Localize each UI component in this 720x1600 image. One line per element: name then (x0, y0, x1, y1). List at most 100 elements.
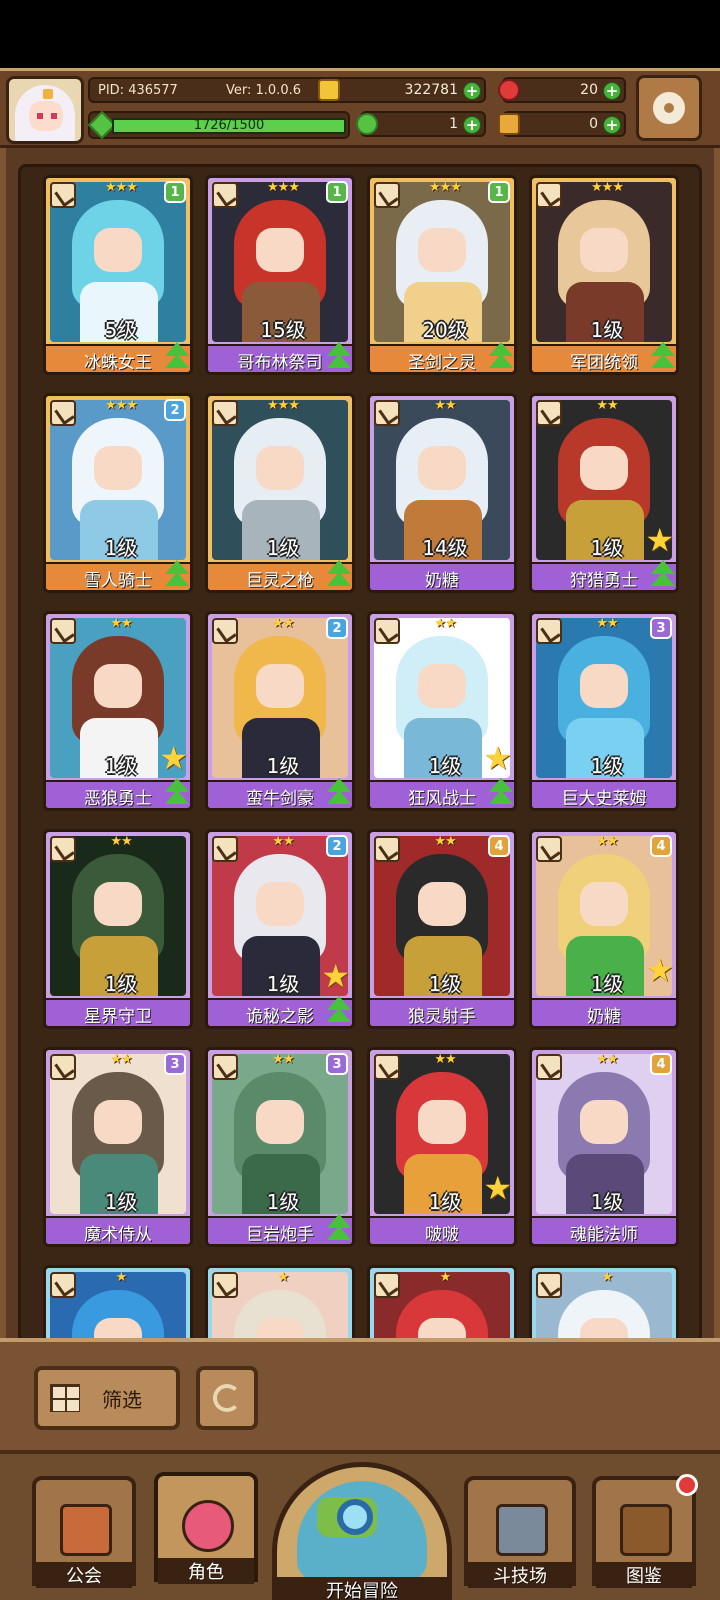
hero-card[interactable]: ★★ 1级 恶狼勇士 ★ (43, 611, 193, 811)
avatar-eye (37, 113, 43, 119)
nav-character[interactable]: 角色 (154, 1472, 258, 1584)
xp-text: 1726/1500 (193, 118, 265, 133)
element-icon (50, 182, 76, 208)
gem-counter: 20 + (498, 77, 626, 103)
hero-card[interactable]: ★★★ 1 20级 圣剑之灵 (367, 175, 517, 375)
hero-card[interactable]: ★★ 1级 狩猎勇士 ★ (529, 393, 679, 593)
clover-icon (356, 113, 378, 135)
element-icon (50, 836, 76, 862)
hero-rank-badge: 4 (650, 835, 672, 857)
hero-card[interactable]: ★★ 2 1级 蛮牛剑豪 (205, 611, 355, 811)
star-icon: ★ (483, 1169, 512, 1207)
hero-stars: ★★★ (429, 180, 462, 195)
filter-button[interactable]: 筛选 (34, 1366, 180, 1430)
nav-codex[interactable]: 图鉴 (592, 1474, 698, 1588)
game-version: Ver: 1.0.0.6 (226, 83, 301, 98)
bottom-nav: 公会 角色 开始冒险 斗技场 图鉴 (0, 1450, 720, 1600)
star-icon: ★ (159, 739, 188, 777)
book-icon (620, 1504, 672, 1556)
add-clover-button[interactable]: + (463, 116, 481, 134)
add-gem-button[interactable]: + (603, 82, 621, 100)
hero-face (94, 664, 142, 708)
element-icon (536, 1054, 562, 1080)
nav-guild-label: 公会 (36, 1562, 132, 1588)
element-icon (536, 1272, 562, 1298)
key-icon (498, 113, 520, 135)
hero-face (256, 1100, 304, 1144)
star-icon: ★ (645, 521, 674, 559)
refresh-button[interactable] (196, 1366, 258, 1430)
settings-button[interactable] (636, 75, 702, 141)
nav-arena[interactable]: 斗技场 (464, 1476, 576, 1588)
hero-rank-badge: 2 (326, 617, 348, 639)
hero-stars: ★★ (596, 616, 618, 631)
hero-card[interactable]: ★★ 3 1级 巨岩炮手 (205, 1047, 355, 1247)
hero-card[interactable]: ★★★ 1 5级 冰蛛女王 (43, 175, 193, 375)
star-icon: ★ (321, 957, 350, 995)
star-icon: ★ (483, 739, 512, 777)
hero-level: 1级 (266, 1190, 300, 1214)
key-counter: 0 + (498, 111, 626, 137)
upgrade-arrow-icon (486, 342, 514, 372)
player-info-panel: PID: 436577 Ver: 1.0.0.6 (88, 77, 350, 103)
hero-card[interactable]: ★★★ 1级 巨灵之枪 (205, 393, 355, 593)
element-icon (212, 1054, 238, 1080)
hero-name: 巨大史莱姆 (561, 789, 647, 809)
hero-stars: ★★★ (267, 398, 300, 413)
hero-rank-badge: 1 (164, 181, 186, 203)
element-icon (536, 182, 562, 208)
hero-face (418, 664, 466, 708)
element-icon (212, 182, 238, 208)
hero-face (580, 446, 628, 490)
hero-card[interactable]: ★★ 3 1级 魔术侍从 (43, 1047, 193, 1247)
hero-card[interactable]: ★★★ 1级 军团统领 (529, 175, 679, 375)
hero-name-bar: 狼灵射手 (370, 998, 514, 1026)
player-id: PID: 436577 (98, 83, 178, 98)
element-icon (212, 618, 238, 644)
notification-dot (676, 1474, 698, 1496)
hero-rank-badge: 2 (164, 399, 186, 421)
hero-stars: ★★ (110, 834, 132, 849)
hero-card[interactable]: ★★ 4 1级 魂能法师 (529, 1047, 679, 1247)
hero-card[interactable]: ★★ 1级 星界守卫 (43, 829, 193, 1029)
gold-value: 322781 (404, 82, 458, 98)
hero-card[interactable]: ★★ 1级 狂风战士 ★ (367, 611, 517, 811)
hero-stars: ★★ (596, 398, 618, 413)
element-icon (374, 400, 400, 426)
hero-stars: ★★★ (267, 180, 300, 195)
hero-card[interactable]: ★★ 2 1级 诡秘之影 ★ (205, 829, 355, 1029)
start-adventure-button[interactable]: 开始冒险 (272, 1462, 452, 1600)
hero-level: 1级 (104, 536, 138, 560)
hero-rank-badge: 4 (488, 835, 510, 857)
hero-name-bar: 奶糖 (370, 562, 514, 590)
hero-toolbar: 筛选 (0, 1338, 720, 1450)
hero-card[interactable]: ★★ 14级 奶糖 (367, 393, 517, 593)
hero-face (580, 882, 628, 926)
magnifier-icon (337, 1499, 373, 1535)
hero-level: 1级 (590, 318, 624, 342)
hero-card[interactable]: ★★★ 2 1级 雪人骑士 (43, 393, 193, 593)
hero-name-bar: 奶糖 (532, 998, 676, 1026)
hero-face (256, 664, 304, 708)
hero-stars: ★★ (272, 1052, 294, 1067)
xp-bar: 1726/1500 (112, 118, 346, 134)
hero-stars: ★★★ (105, 398, 138, 413)
hero-stars: ★★★ (105, 180, 138, 195)
hero-level: 1级 (428, 972, 462, 996)
add-key-button[interactable]: + (603, 116, 621, 134)
upgrade-arrow-icon (324, 996, 352, 1026)
element-icon (50, 618, 76, 644)
hero-card[interactable]: ★★ 1级 啵啵 ★ (367, 1047, 517, 1247)
hero-grid-frame[interactable]: ★★★ 1 5级 冰蛛女王 ★★★ 1 15级 哥布林祭司 ★★★ 1 20级 圣剑之灵 ★★★ 1级 军团… (18, 164, 702, 1465)
hero-card[interactable]: ★★ 4 1级 奶糖 ★ (529, 829, 679, 1029)
hero-card[interactable]: ★★★ 1 15级 哥布林祭司 (205, 175, 355, 375)
hero-card[interactable]: ★★ 3 1级 巨大史莱姆 (529, 611, 679, 811)
refresh-icon (213, 1384, 241, 1412)
add-gold-button[interactable]: + (463, 82, 481, 100)
hero-stars: ★★ (272, 616, 294, 631)
hero-face (418, 228, 466, 272)
player-avatar[interactable] (6, 76, 84, 144)
nav-guild[interactable]: 公会 (32, 1476, 136, 1588)
upgrade-arrow-icon (486, 778, 514, 808)
hero-card[interactable]: ★★ 4 1级 狼灵射手 (367, 829, 517, 1029)
